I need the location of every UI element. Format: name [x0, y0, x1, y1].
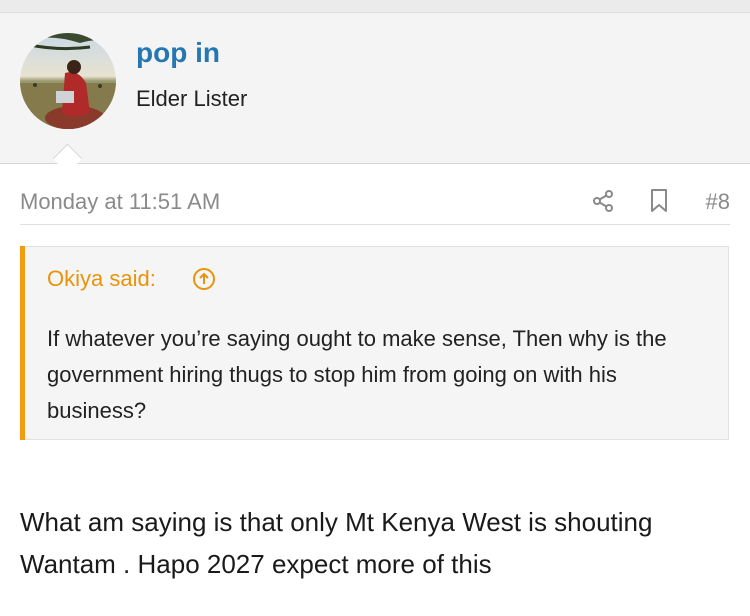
top-strip	[0, 0, 750, 13]
post-number-link[interactable]: #8	[706, 189, 730, 215]
arrow-up-circle-icon[interactable]	[192, 267, 216, 291]
quote-block: Okiya said: If whatever you’re saying ou…	[20, 246, 729, 440]
user-title: Elder Lister	[136, 86, 248, 111]
bookmark-icon[interactable]	[648, 188, 670, 214]
quote-accent-bar	[20, 246, 25, 440]
quote-author-link[interactable]: Okiya said:	[47, 266, 156, 292]
post-meta: Monday at 11:51 AM #8	[20, 186, 730, 225]
post-date[interactable]: Monday at 11:51 AM	[20, 189, 220, 215]
share-icon[interactable]	[591, 189, 615, 213]
user-header: pop in Elder Lister	[0, 13, 750, 164]
username[interactable]: pop in	[136, 37, 220, 69]
avatar-image	[20, 33, 116, 129]
avatar[interactable]	[20, 33, 116, 129]
post-body: What am saying is that only Mt Kenya Wes…	[20, 507, 653, 579]
quote-text: If whatever you’re saying ought to make …	[47, 326, 667, 423]
